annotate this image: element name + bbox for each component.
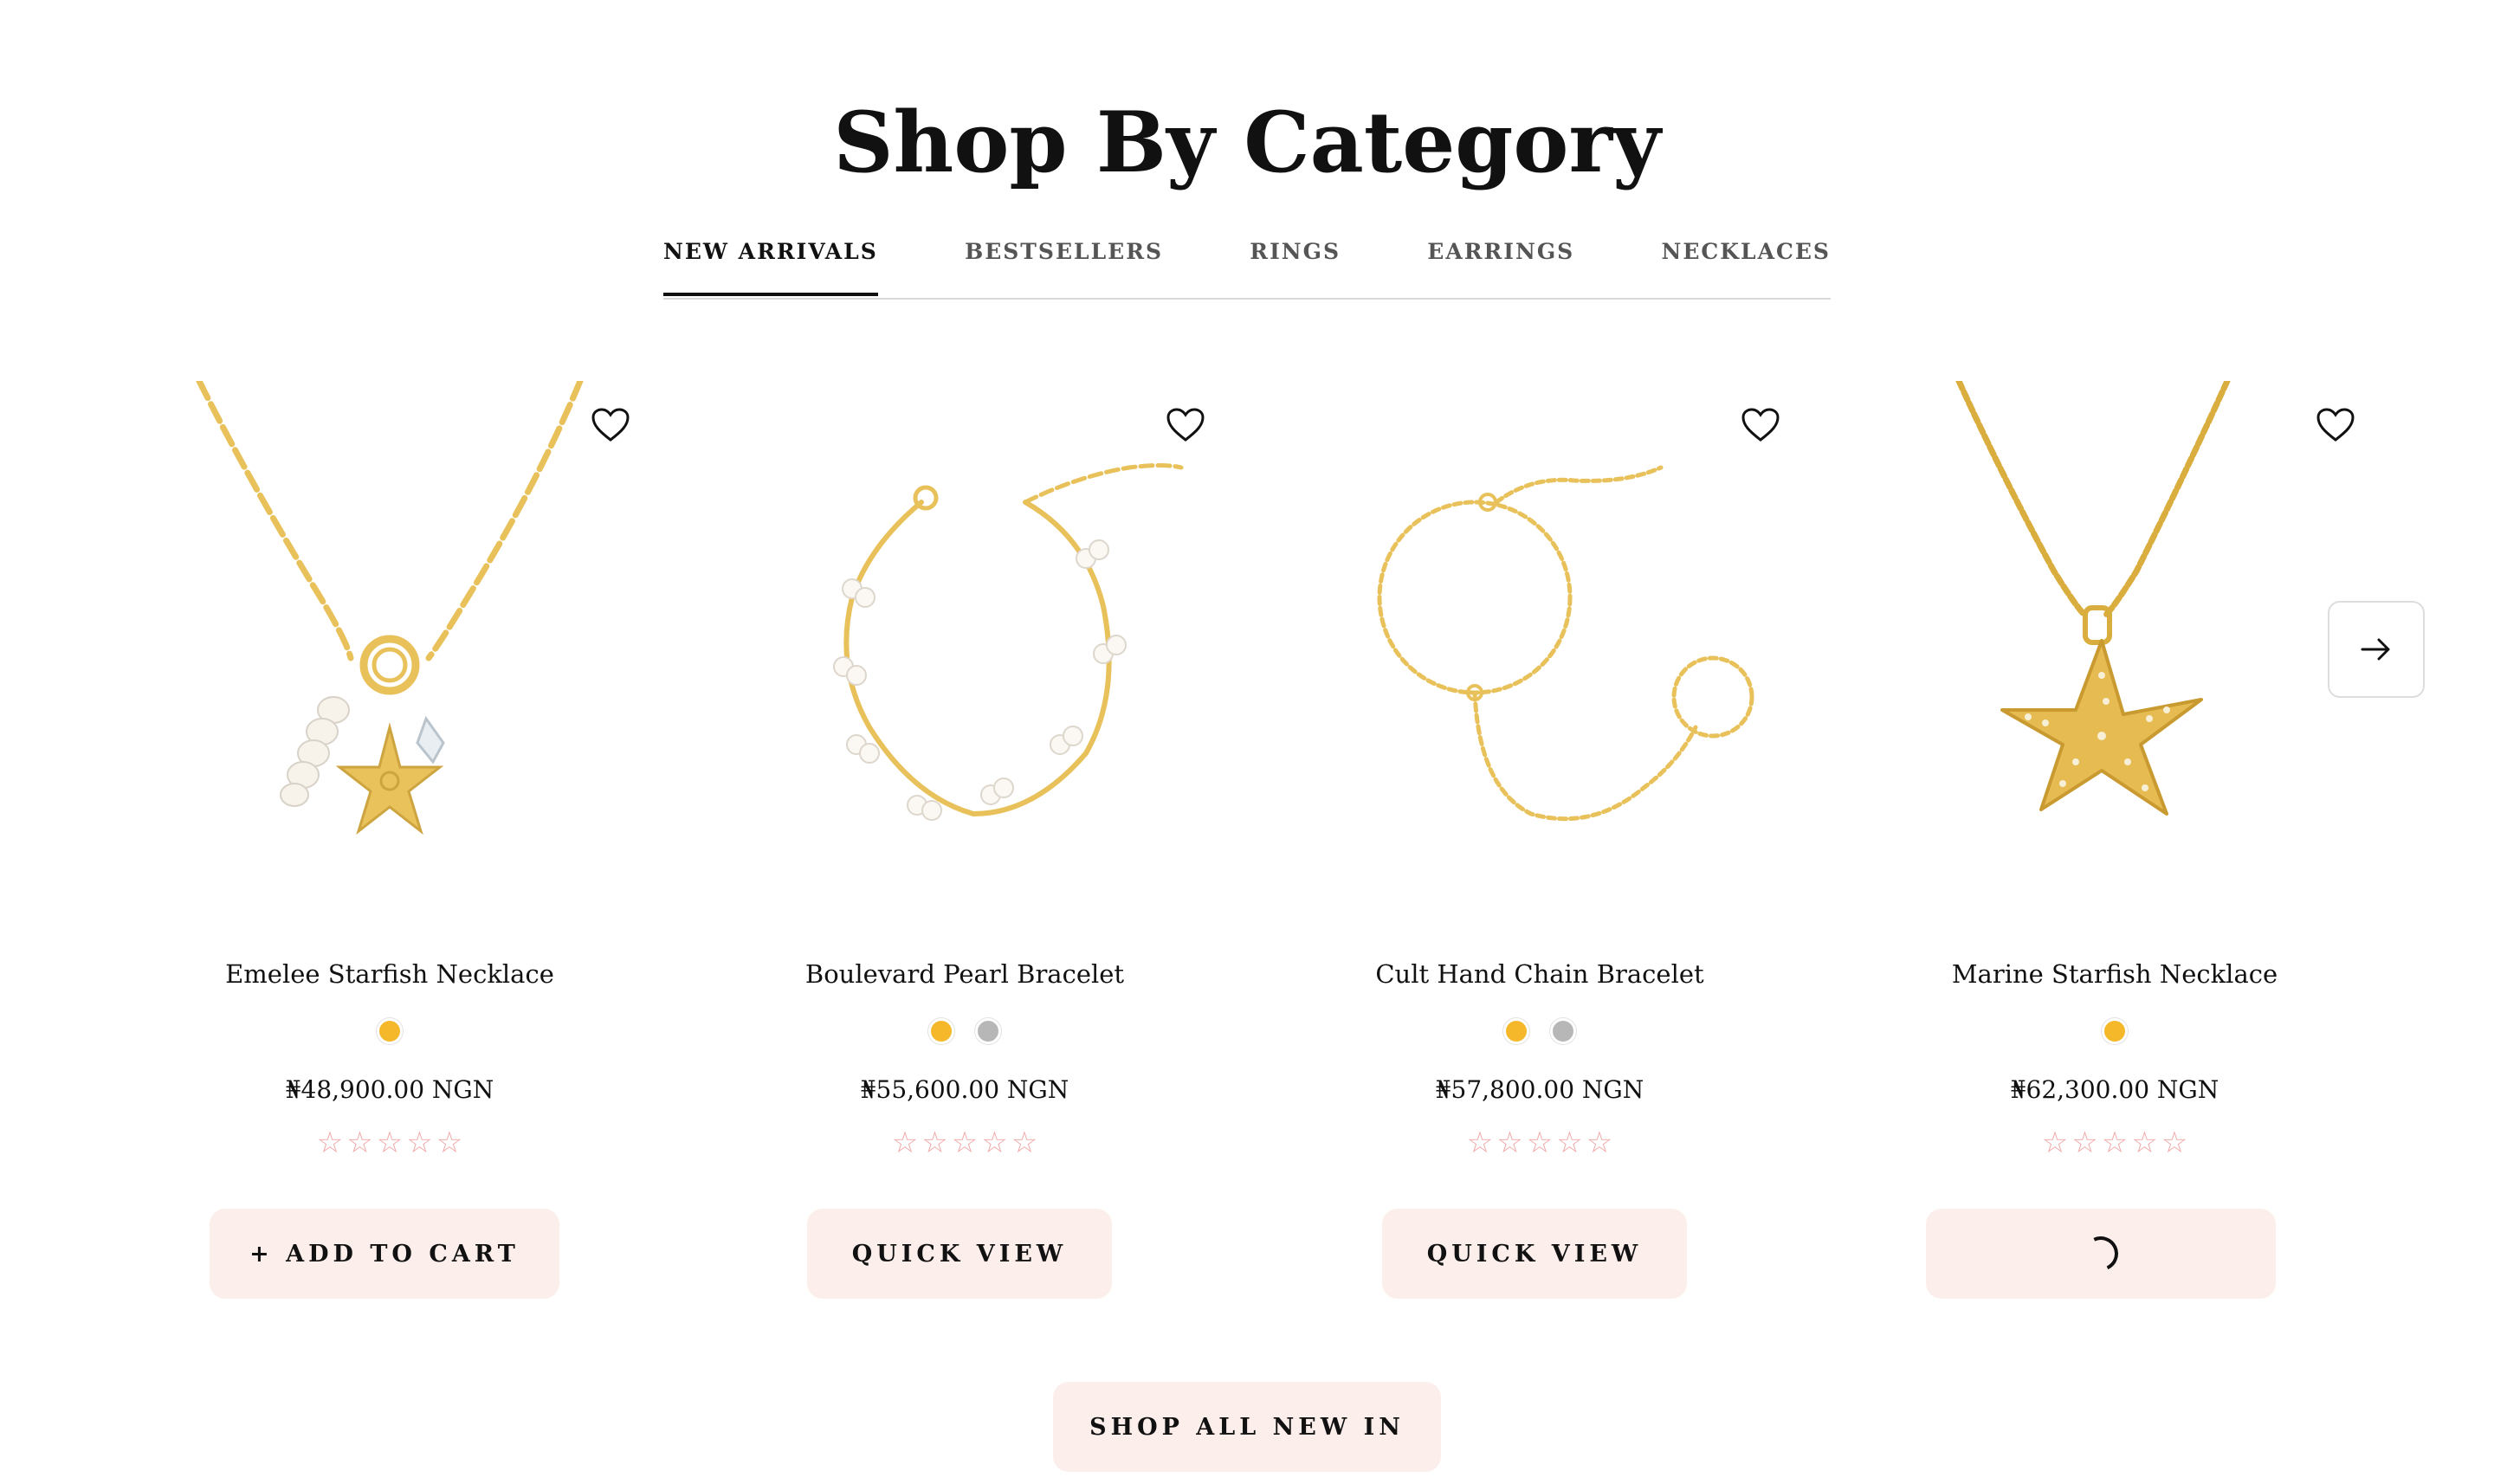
tab-earrings[interactable]: EARRINGS: [1427, 232, 1574, 291]
star-outline-icon: ☆: [316, 1126, 344, 1160]
spinner-icon: [2078, 1231, 2123, 1276]
product-carousel: Emelee Starfish Necklace ₦48,900.00 NGN …: [165, 381, 2355, 1299]
product-image-link[interactable]: [165, 381, 615, 918]
star-outline-icon: ☆: [346, 1126, 373, 1160]
wishlist-heart-icon[interactable]: [1166, 407, 1205, 443]
star-outline-icon: ☆: [1466, 1126, 1494, 1160]
starfish-pendant-necklace-image: [1955, 381, 2231, 816]
tab-necklaces[interactable]: NECKLACES: [1661, 232, 1831, 291]
star-rating: ☆ ☆ ☆ ☆ ☆: [1315, 1126, 1765, 1160]
swatch-silver[interactable]: [975, 1018, 1001, 1044]
product-image-link[interactable]: [740, 381, 1190, 918]
starfish-charm-necklace-image: [196, 381, 584, 836]
star-outline-icon: ☆: [1556, 1126, 1583, 1160]
product-card: Emelee Starfish Necklace ₦48,900.00 NGN …: [165, 381, 630, 1299]
swatch-gold[interactable]: [928, 1018, 954, 1044]
product-price: ₦48,900.00 NGN: [285, 1075, 494, 1104]
product-name[interactable]: Cult Hand Chain Bracelet: [1315, 959, 1765, 989]
swatch-gold[interactable]: [1503, 1018, 1529, 1044]
tab-rings[interactable]: RINGS: [1250, 232, 1341, 291]
star-outline-icon: ☆: [436, 1126, 463, 1160]
wishlist-heart-icon[interactable]: [591, 407, 630, 443]
star-outline-icon: ☆: [376, 1126, 404, 1160]
swatch-gold[interactable]: [377, 1018, 403, 1044]
star-rating: ☆ ☆ ☆ ☆ ☆: [1890, 1126, 2340, 1160]
add-to-cart-button[interactable]: + ADD TO CART: [210, 1209, 559, 1299]
swatch-silver[interactable]: [1550, 1018, 1576, 1044]
star-outline-icon: ☆: [1586, 1126, 1613, 1160]
add-to-cart-loading-button[interactable]: [1926, 1209, 2276, 1299]
arrow-right-icon: [2361, 638, 2390, 661]
tab-bestsellers[interactable]: BESTSELLERS: [965, 232, 1163, 291]
product-price: ₦62,300.00 NGN: [2010, 1075, 2219, 1104]
section-title: Shop By Category: [833, 94, 1661, 191]
star-outline-icon: ☆: [951, 1126, 979, 1160]
color-swatches: [1890, 1018, 2340, 1044]
pearl-bracelet-image: [833, 463, 1184, 821]
tab-new-arrivals[interactable]: NEW ARRIVALS: [663, 232, 878, 296]
star-outline-icon: ☆: [1496, 1126, 1523, 1160]
star-outline-icon: ☆: [2041, 1126, 2069, 1160]
swatch-gold[interactable]: [2102, 1018, 2128, 1044]
product-image-link[interactable]: [1315, 381, 1765, 918]
shop-all-new-in-button[interactable]: SHOP ALL NEW IN: [1053, 1382, 1441, 1472]
wishlist-heart-icon[interactable]: [2316, 407, 2355, 443]
product-card: Boulevard Pearl Bracelet ₦55,600.00 NGN …: [740, 381, 1205, 1299]
color-swatches: [165, 1018, 615, 1044]
star-outline-icon: ☆: [2101, 1126, 2129, 1160]
star-outline-icon: ☆: [2071, 1126, 2098, 1160]
hand-chain-bracelet-image: [1377, 465, 1754, 822]
color-swatches: [1315, 1018, 1765, 1044]
quick-view-button[interactable]: QUICK VIEW: [807, 1209, 1112, 1299]
product-price: ₦57,800.00 NGN: [1435, 1075, 1644, 1104]
star-outline-icon: ☆: [981, 1126, 1008, 1160]
product-name[interactable]: Boulevard Pearl Bracelet: [740, 959, 1190, 989]
star-outline-icon: ☆: [891, 1126, 919, 1160]
star-outline-icon: ☆: [921, 1126, 948, 1160]
star-outline-icon: ☆: [2161, 1126, 2188, 1160]
product-image-link[interactable]: [1890, 381, 2340, 918]
product-name[interactable]: Marine Starfish Necklace: [1890, 959, 2340, 989]
carousel-next-button[interactable]: [2328, 601, 2425, 698]
color-swatches: [740, 1018, 1190, 1044]
product-name[interactable]: Emelee Starfish Necklace: [165, 959, 615, 989]
star-outline-icon: ☆: [2131, 1126, 2158, 1160]
star-outline-icon: ☆: [1011, 1126, 1038, 1160]
product-card: Marine Starfish Necklace ₦62,300.00 NGN …: [1890, 381, 2355, 1299]
star-rating: ☆ ☆ ☆ ☆ ☆: [740, 1126, 1190, 1160]
shop-by-category-section: Shop By Category NEW ARRIVALS BESTSELLER…: [0, 0, 2494, 1484]
star-rating: ☆ ☆ ☆ ☆ ☆: [165, 1126, 615, 1160]
category-tabs: NEW ARRIVALS BESTSELLERS RINGS EARRINGS …: [663, 232, 1831, 300]
product-card: Cult Hand Chain Bracelet ₦57,800.00 NGN …: [1315, 381, 1780, 1299]
wishlist-heart-icon[interactable]: [1741, 407, 1780, 443]
product-price: ₦55,600.00 NGN: [860, 1075, 1069, 1104]
star-outline-icon: ☆: [406, 1126, 433, 1160]
quick-view-button[interactable]: QUICK VIEW: [1382, 1209, 1687, 1299]
star-outline-icon: ☆: [1526, 1126, 1554, 1160]
